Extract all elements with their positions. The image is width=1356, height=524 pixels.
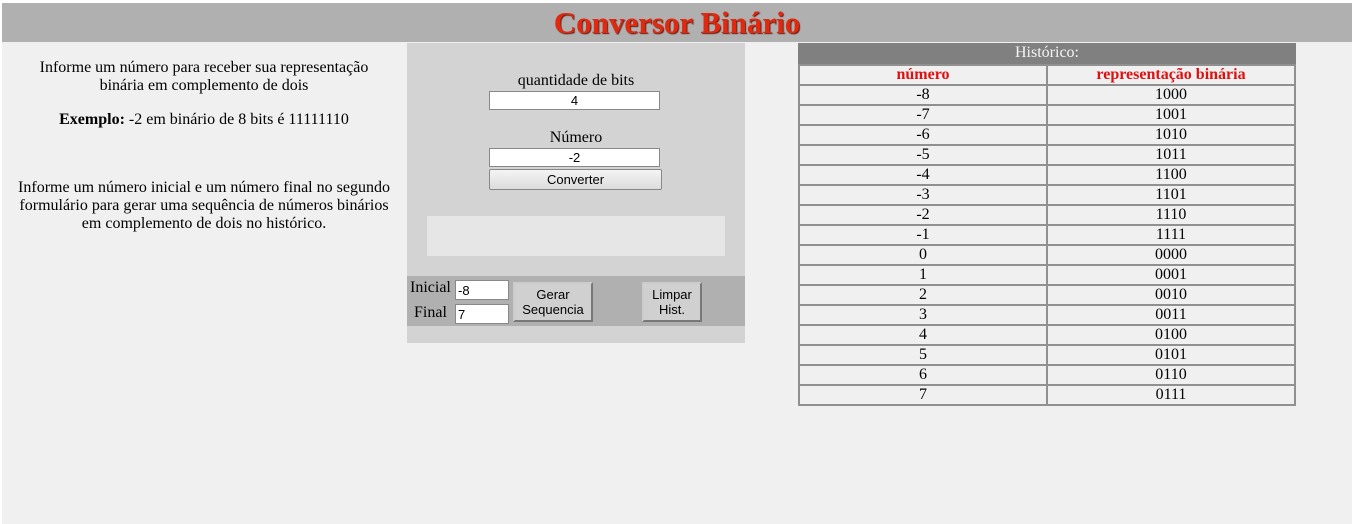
cell-number: 6 [798,364,1048,386]
cell-number: -6 [798,124,1048,146]
generate-label-line2: Sequencia [522,302,584,317]
table-row: 6 0110 [798,364,1296,386]
history-body: -8 1000 -7 1001 -6 1010 -5 1011 -4 1100 -3 1101 -2 11… [798,84,1296,406]
cell-binary: 0001 [1046,264,1296,286]
cell-binary: 0110 [1046,364,1296,386]
column-header-binary: representação binária [1046,64,1296,86]
clear-label-line1: Limpar [652,287,692,302]
cell-number: 0 [798,244,1048,266]
table-row: 4 0100 [798,324,1296,346]
result-box [427,216,725,256]
table-row: 5 0101 [798,344,1296,366]
clear-label-line2: Hist. [659,302,685,317]
history-panel: Histórico: número representação binária … [798,43,1296,406]
cell-number: 5 [798,344,1048,366]
table-row: -5 1011 [798,144,1296,166]
example-text: Exemplo: -2 em binário de 8 bits é 11111… [16,111,392,129]
table-row: -6 1010 [798,124,1296,146]
table-row: 2 0010 [798,284,1296,306]
number-input[interactable] [489,148,660,167]
cell-number: -4 [798,164,1048,186]
convert-button[interactable]: Converter [489,169,662,190]
cell-binary: 1101 [1046,184,1296,206]
table-row: -7 1001 [798,104,1296,126]
cell-number: 3 [798,304,1048,326]
cell-number: -3 [798,184,1048,206]
cell-binary: 0101 [1046,344,1296,366]
example-label: Exemplo: [59,111,125,128]
intro-text: Informe um número para receber sua repre… [39,59,369,94]
cell-binary: 0111 [1046,384,1296,406]
history-table: número representação binária -8 1000 -7 100… [798,64,1296,406]
page: Conversor Binário Informe um número para… [2,3,1352,524]
table-row: -1 1111 [798,224,1296,246]
table-row: 7 0111 [798,384,1296,406]
end-label: Final [414,304,447,321]
table-row: 3 0011 [798,304,1296,326]
cell-binary: 1010 [1046,124,1296,146]
cell-binary: 1111 [1046,224,1296,246]
history-header-row: número representação binária [798,64,1296,86]
clear-history-button[interactable]: Limpar Hist. [642,282,702,322]
cell-number: 1 [798,264,1048,286]
start-label: Inicial [410,279,451,296]
start-input[interactable] [455,280,509,300]
cell-number: 2 [798,284,1048,306]
cell-binary: 0100 [1046,324,1296,346]
example-value: -2 em binário de 8 bits é 11111110 [124,111,349,128]
number-label: Número [549,129,603,146]
history-title: Histórico: [798,43,1296,64]
table-row: 0 0000 [798,244,1296,266]
cell-binary: 0011 [1046,304,1296,326]
column-header-number: número [798,64,1048,86]
cell-binary: 1011 [1046,144,1296,166]
sequence-form: Inicial Final GerarSequencia LimparHist. [407,276,745,326]
end-input[interactable] [455,304,509,324]
cell-binary: 0010 [1046,284,1296,306]
table-row: 1 0001 [798,264,1296,286]
generate-label-line1: Gerar [536,287,570,302]
cell-binary: 0000 [1046,244,1296,266]
cell-binary: 1001 [1046,104,1296,126]
header-bar: Conversor Binário [2,3,1352,42]
converter-form: quantidade de bits Número Converter Inic… [407,43,745,343]
cell-number: 7 [798,384,1048,406]
cell-number: -1 [798,224,1048,246]
table-row: -8 1000 [798,84,1296,106]
table-row: -2 1110 [798,204,1296,226]
cell-binary: 1110 [1046,204,1296,226]
table-row: -4 1100 [798,164,1296,186]
cell-number: -5 [798,144,1048,166]
table-row: -3 1101 [798,184,1296,206]
bits-label: quantidade de bits [517,72,635,89]
generate-sequence-button[interactable]: Gerar Sequencia [513,282,593,322]
cell-number: -7 [798,104,1048,126]
cell-binary: 1000 [1046,84,1296,106]
cell-binary: 1100 [1046,164,1296,186]
bits-input[interactable] [489,91,660,110]
sequence-help-text: Informe um número inicial e um número fi… [18,179,390,232]
instructions-panel: Informe um número para receber sua repre… [16,59,392,233]
cell-number: -8 [798,84,1048,106]
cell-number: -2 [798,204,1048,226]
page-title: Conversor Binário [553,5,801,40]
cell-number: 4 [798,324,1048,346]
